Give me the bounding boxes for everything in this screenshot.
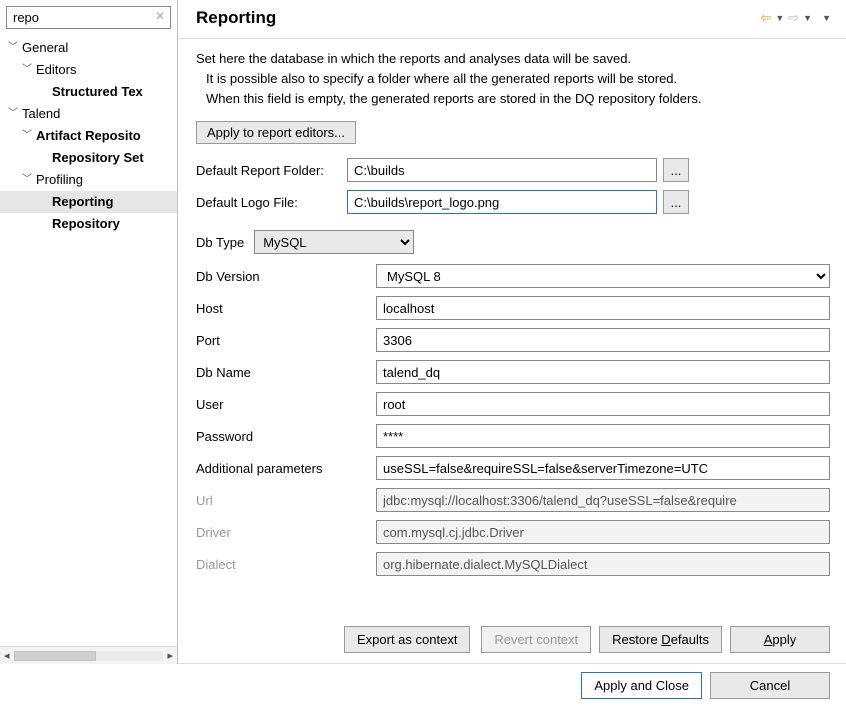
chevron-down-icon: ﹀ bbox=[20, 171, 34, 189]
db-name-label: Db Name bbox=[196, 365, 376, 380]
back-icon[interactable]: ⇦ bbox=[759, 10, 772, 26]
additional-params-input[interactable] bbox=[376, 456, 830, 480]
preferences-sidebar: ✕ ﹀ General ﹀ Editors • Structured Tex ﹀… bbox=[0, 0, 178, 664]
apply-button[interactable]: Apply bbox=[730, 626, 830, 653]
url-input bbox=[376, 488, 830, 512]
page-button-row: Export as context Revert context Restore… bbox=[178, 618, 846, 664]
tree-repository[interactable]: • Repository bbox=[0, 213, 177, 235]
tree-artifact-repo[interactable]: ﹀ Artifact Reposito bbox=[0, 125, 177, 147]
default-report-folder-row: Default Report Folder: ... bbox=[196, 158, 830, 182]
tree-editors[interactable]: ﹀ Editors bbox=[0, 59, 177, 81]
tree-reporting[interactable]: • Reporting bbox=[0, 191, 177, 213]
page-title: Reporting bbox=[196, 8, 276, 28]
db-version-label: Db Version bbox=[196, 269, 376, 284]
restore-defaults-button[interactable]: Restore Defaults bbox=[599, 626, 722, 653]
default-logo-file-input[interactable] bbox=[347, 190, 657, 214]
url-row: Url bbox=[196, 488, 830, 512]
tree-repository-settings[interactable]: • Repository Set bbox=[0, 147, 177, 169]
additional-params-label: Additional parameters bbox=[196, 461, 376, 476]
user-label: User bbox=[196, 397, 376, 412]
content-body: Set here the database in which the repor… bbox=[178, 39, 846, 618]
dialect-label: Dialect bbox=[196, 557, 376, 572]
db-type-label: Db Type bbox=[196, 235, 244, 250]
forward-menu-icon[interactable]: ▼ bbox=[802, 13, 813, 23]
preferences-tree: ﹀ General ﹀ Editors • Structured Tex ﹀ T… bbox=[0, 35, 177, 646]
sidebar-hscroll[interactable]: ◂ ▸ bbox=[0, 646, 177, 664]
cancel-button[interactable]: Cancel bbox=[710, 672, 830, 699]
host-row: Host bbox=[196, 296, 830, 320]
content-header: Reporting ⇦ ▼ ⇨ ▼ ▼ bbox=[178, 0, 846, 39]
user-row: User bbox=[196, 392, 830, 416]
password-label: Password bbox=[196, 429, 376, 444]
clear-filter-icon[interactable]: ✕ bbox=[155, 9, 165, 23]
db-name-input[interactable] bbox=[376, 360, 830, 384]
chevron-down-icon: ﹀ bbox=[20, 61, 34, 79]
chevron-down-icon: ﹀ bbox=[6, 39, 20, 57]
db-name-row: Db Name bbox=[196, 360, 830, 384]
host-input[interactable] bbox=[376, 296, 830, 320]
additional-params-row: Additional parameters bbox=[196, 456, 830, 480]
chevron-down-icon: ﹀ bbox=[20, 127, 34, 145]
filter-search: ✕ bbox=[6, 6, 171, 29]
db-type-select[interactable]: MySQL bbox=[254, 230, 414, 254]
chevron-down-icon: ﹀ bbox=[6, 105, 20, 123]
port-input[interactable] bbox=[376, 328, 830, 352]
browse-folder-button[interactable]: ... bbox=[663, 158, 689, 182]
content-pane: Reporting ⇦ ▼ ⇨ ▼ ▼ Set here the databas… bbox=[178, 0, 846, 664]
dialect-input bbox=[376, 552, 830, 576]
db-version-select[interactable]: MySQL 8 bbox=[376, 264, 830, 288]
scroll-thumb[interactable] bbox=[14, 651, 96, 661]
view-menu-icon[interactable]: ▼ bbox=[821, 13, 832, 23]
default-report-folder-label: Default Report Folder: bbox=[196, 163, 341, 178]
dialect-row: Dialect bbox=[196, 552, 830, 576]
dialog-button-row: Apply and Close Cancel bbox=[0, 664, 846, 709]
forward-icon[interactable]: ⇨ bbox=[787, 10, 800, 26]
default-report-folder-input[interactable] bbox=[347, 158, 657, 182]
scroll-left-icon[interactable]: ◂ bbox=[4, 649, 10, 662]
url-label: Url bbox=[196, 493, 376, 508]
tree-talend[interactable]: ﹀ Talend bbox=[0, 103, 177, 125]
tree-general[interactable]: ﹀ General bbox=[0, 37, 177, 59]
password-input[interactable] bbox=[376, 424, 830, 448]
tree-profiling[interactable]: ﹀ Profiling bbox=[0, 169, 177, 191]
description: Set here the database in which the repor… bbox=[196, 49, 830, 109]
back-menu-icon[interactable]: ▼ bbox=[774, 13, 785, 23]
host-label: Host bbox=[196, 301, 376, 316]
filter-input[interactable] bbox=[6, 6, 171, 29]
driver-row: Driver bbox=[196, 520, 830, 544]
driver-label: Driver bbox=[196, 525, 376, 540]
default-logo-file-label: Default Logo File: bbox=[196, 195, 341, 210]
browse-logo-button[interactable]: ... bbox=[663, 190, 689, 214]
header-nav-icons: ⇦ ▼ ⇨ ▼ ▼ bbox=[759, 10, 832, 26]
scroll-track[interactable] bbox=[14, 651, 164, 661]
user-input[interactable] bbox=[376, 392, 830, 416]
scroll-right-icon[interactable]: ▸ bbox=[167, 649, 173, 662]
tree-structured-text[interactable]: • Structured Tex bbox=[0, 81, 177, 103]
default-logo-file-row: Default Logo File: ... bbox=[196, 190, 830, 214]
apply-and-close-button[interactable]: Apply and Close bbox=[581, 672, 702, 699]
export-context-button[interactable]: Export as context bbox=[344, 626, 470, 653]
port-label: Port bbox=[196, 333, 376, 348]
driver-input bbox=[376, 520, 830, 544]
db-type-row: Db Type MySQL bbox=[196, 230, 830, 254]
password-row: Password bbox=[196, 424, 830, 448]
port-row: Port bbox=[196, 328, 830, 352]
db-version-row: Db Version MySQL 8 bbox=[196, 264, 830, 288]
revert-context-button: Revert context bbox=[481, 626, 591, 653]
apply-to-editors-button[interactable]: Apply to report editors... bbox=[196, 121, 356, 144]
